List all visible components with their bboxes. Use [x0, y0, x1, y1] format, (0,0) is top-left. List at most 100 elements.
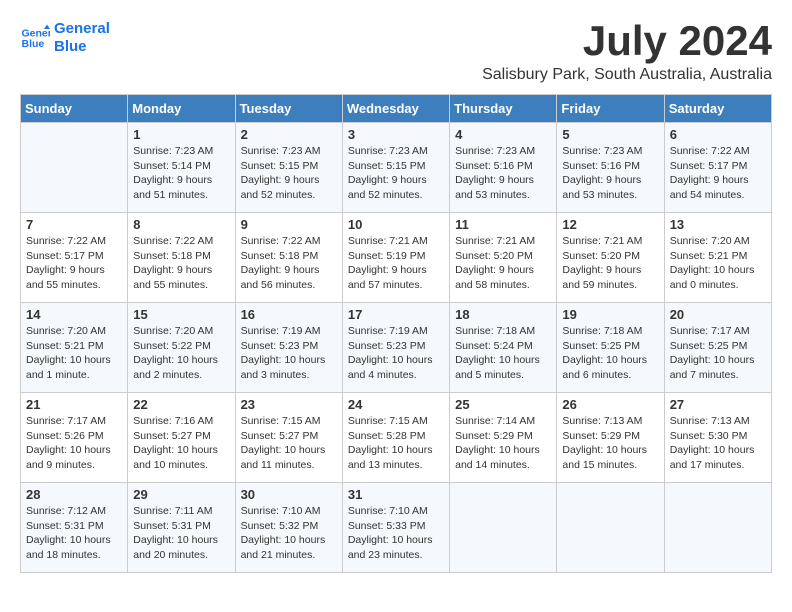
calendar-cell: 10Sunrise: 7:21 AMSunset: 5:19 PMDayligh…: [342, 213, 449, 303]
day-header-tuesday: Tuesday: [235, 95, 342, 123]
day-detail: Sunrise: 7:22 AMSunset: 5:18 PMDaylight:…: [241, 234, 337, 293]
day-header-thursday: Thursday: [450, 95, 557, 123]
calendar-cell: 30 Sunrise: 7:10 AMSunset: 5:32 PMDayligh…: [235, 483, 342, 573]
day-detail: Sunrise: 7:17 AMSunset: 5:25 PMDaylight:…: [670, 324, 766, 383]
calendar-cell: 5 Sunrise: 7:23 AMSunset: 5:16 PMDaylight…: [557, 123, 664, 213]
day-number: 23: [241, 397, 337, 412]
logo: General Blue General Blue: [20, 20, 110, 56]
calendar-cell: 17 Sunrise: 7:19 AMSunset: 5:23 PMDayligh…: [342, 303, 449, 393]
calendar-cell: 7Sunrise: 7:22 AMSunset: 5:17 PMDaylight…: [21, 213, 128, 303]
day-number: 1: [133, 127, 229, 142]
day-number: 21: [26, 397, 122, 412]
calendar-cell: [557, 483, 664, 573]
day-detail: Sunrise: 7:18 AMSunset: 5:24 PMDaylight:…: [455, 324, 551, 383]
calendar-cell: 27 Sunrise: 7:13 AMSunset: 5:30 PMDayligh…: [664, 393, 771, 483]
day-number: 18: [455, 307, 551, 322]
calendar-cell: 9Sunrise: 7:22 AMSunset: 5:18 PMDaylight…: [235, 213, 342, 303]
day-number: 16: [241, 307, 337, 322]
day-detail: Sunrise: 7:23 AMSunset: 5:15 PMDaylight:…: [241, 144, 337, 203]
calendar-cell: 19Sunrise: 7:18 AMSunset: 5:25 PMDayligh…: [557, 303, 664, 393]
day-detail: Sunrise: 7:21 AMSunset: 5:20 PMDaylight:…: [562, 234, 658, 293]
day-header-sunday: Sunday: [21, 95, 128, 123]
calendar-cell: 14Sunrise: 7:20 AMSunset: 5:21 PMDayligh…: [21, 303, 128, 393]
day-detail: Sunrise: 7:13 AMSunset: 5:29 PMDaylight:…: [562, 414, 658, 473]
day-detail: Sunrise: 7:15 AMSunset: 5:27 PMDaylight:…: [241, 414, 337, 473]
day-detail: Sunrise: 7:23 AMSunset: 5:16 PMDaylight:…: [562, 144, 658, 203]
day-number: 3: [348, 127, 444, 142]
day-header-friday: Friday: [557, 95, 664, 123]
day-detail: Sunrise: 7:15 AMSunset: 5:28 PMDaylight:…: [348, 414, 444, 473]
day-number: 10: [348, 217, 444, 232]
day-number: 30: [241, 487, 337, 502]
calendar-cell: 28 Sunrise: 7:12 AMSunset: 5:31 PMDayligh…: [21, 483, 128, 573]
week-row-3: 14Sunrise: 7:20 AMSunset: 5:21 PMDayligh…: [21, 303, 772, 393]
day-detail: Sunrise: 7:16 AMSunset: 5:27 PMDaylight:…: [133, 414, 229, 473]
calendar-cell: 16Sunrise: 7:19 AMSunset: 5:23 PMDayligh…: [235, 303, 342, 393]
logo-line2: Blue: [54, 38, 87, 56]
day-detail: Sunrise: 7:13 AMSunset: 5:30 PMDaylight:…: [670, 414, 766, 473]
day-header-wednesday: Wednesday: [342, 95, 449, 123]
calendar-cell: 2 Sunrise: 7:23 AMSunset: 5:15 PMDaylight…: [235, 123, 342, 213]
week-row-4: 21 Sunrise: 7:17 AMSunset: 5:26 PMDayligh…: [21, 393, 772, 483]
day-detail: Sunrise: 7:19 AMSunset: 5:23 PMDaylight:…: [348, 324, 444, 383]
day-header-saturday: Saturday: [664, 95, 771, 123]
day-detail: Sunrise: 7:17 AMSunset: 5:26 PMDaylight:…: [26, 414, 122, 473]
logo-icon: General Blue: [20, 23, 50, 53]
calendar-cell: 12 Sunrise: 7:21 AMSunset: 5:20 PMDayligh…: [557, 213, 664, 303]
calendar-cell: 23 Sunrise: 7:15 AMSunset: 5:27 PMDayligh…: [235, 393, 342, 483]
day-number: 31: [348, 487, 444, 502]
calendar-table: SundayMondayTuesdayWednesdayThursdayFrid…: [20, 94, 772, 573]
day-detail: Sunrise: 7:12 AMSunset: 5:31 PMDaylight:…: [26, 504, 122, 563]
day-detail: Sunrise: 7:18 AMSunset: 5:25 PMDaylight:…: [562, 324, 658, 383]
day-number: 22: [133, 397, 229, 412]
day-number: 2: [241, 127, 337, 142]
day-number: 26: [562, 397, 658, 412]
day-detail: Sunrise: 7:22 AMSunset: 5:17 PMDaylight:…: [670, 144, 766, 203]
day-number: 5: [562, 127, 658, 142]
calendar-cell: 18 Sunrise: 7:18 AMSunset: 5:24 PMDayligh…: [450, 303, 557, 393]
day-number: 28: [26, 487, 122, 502]
calendar-header-row: SundayMondayTuesdayWednesdayThursdayFrid…: [21, 95, 772, 123]
day-number: 4: [455, 127, 551, 142]
day-number: 24: [348, 397, 444, 412]
page-header: General Blue General Blue July 2024 Sali…: [20, 20, 772, 84]
calendar-cell: 6Sunrise: 7:22 AMSunset: 5:17 PMDaylight…: [664, 123, 771, 213]
calendar-cell: 11Sunrise: 7:21 AMSunset: 5:20 PMDayligh…: [450, 213, 557, 303]
day-number: 20: [670, 307, 766, 322]
calendar-cell: 15Sunrise: 7:20 AMSunset: 5:22 PMDayligh…: [128, 303, 235, 393]
day-detail: Sunrise: 7:23 AMSunset: 5:14 PMDaylight:…: [133, 144, 229, 203]
day-number: 12: [562, 217, 658, 232]
calendar-cell: [664, 483, 771, 573]
day-header-monday: Monday: [128, 95, 235, 123]
calendar-cell: 4 Sunrise: 7:23 AMSunset: 5:16 PMDaylight…: [450, 123, 557, 213]
calendar-cell: 29Sunrise: 7:11 AMSunset: 5:31 PMDayligh…: [128, 483, 235, 573]
day-detail: Sunrise: 7:23 AMSunset: 5:15 PMDaylight:…: [348, 144, 444, 203]
location-subtitle: Salisbury Park, South Australia, Austral…: [482, 66, 772, 84]
calendar-cell: 26 Sunrise: 7:13 AMSunset: 5:29 PMDayligh…: [557, 393, 664, 483]
logo-line1: General: [54, 20, 110, 38]
calendar-cell: [450, 483, 557, 573]
day-number: 15: [133, 307, 229, 322]
calendar-body: 1 Sunrise: 7:23 AMSunset: 5:14 PMDaylight…: [21, 123, 772, 573]
day-detail: Sunrise: 7:10 AMSunset: 5:32 PMDaylight:…: [241, 504, 337, 563]
month-title: July 2024: [482, 20, 772, 62]
week-row-2: 7Sunrise: 7:22 AMSunset: 5:17 PMDaylight…: [21, 213, 772, 303]
calendar-cell: 20 Sunrise: 7:17 AMSunset: 5:25 PMDayligh…: [664, 303, 771, 393]
day-number: 25: [455, 397, 551, 412]
day-number: 17: [348, 307, 444, 322]
day-number: 29: [133, 487, 229, 502]
day-number: 11: [455, 217, 551, 232]
calendar-cell: 3 Sunrise: 7:23 AMSunset: 5:15 PMDaylight…: [342, 123, 449, 213]
day-detail: Sunrise: 7:20 AMSunset: 5:21 PMDaylight:…: [670, 234, 766, 293]
day-number: 14: [26, 307, 122, 322]
calendar-cell: 1 Sunrise: 7:23 AMSunset: 5:14 PMDaylight…: [128, 123, 235, 213]
calendar-cell: 13Sunrise: 7:20 AMSunset: 5:21 PMDayligh…: [664, 213, 771, 303]
day-number: 8: [133, 217, 229, 232]
day-detail: Sunrise: 7:14 AMSunset: 5:29 PMDaylight:…: [455, 414, 551, 473]
calendar-cell: 31Sunrise: 7:10 AMSunset: 5:33 PMDayligh…: [342, 483, 449, 573]
calendar-cell: 24 Sunrise: 7:15 AMSunset: 5:28 PMDayligh…: [342, 393, 449, 483]
svg-text:Blue: Blue: [22, 38, 45, 50]
day-number: 27: [670, 397, 766, 412]
week-row-5: 28 Sunrise: 7:12 AMSunset: 5:31 PMDayligh…: [21, 483, 772, 573]
day-detail: Sunrise: 7:23 AMSunset: 5:16 PMDaylight:…: [455, 144, 551, 203]
